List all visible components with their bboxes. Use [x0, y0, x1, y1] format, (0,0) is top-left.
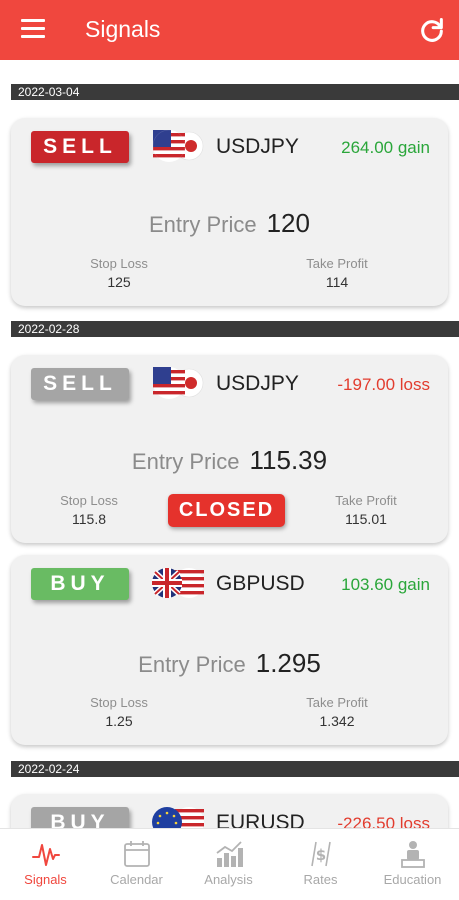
stop-loss-value: 115.8: [72, 511, 106, 527]
signal-wave-icon: [32, 844, 60, 866]
currency-pair: GBPUSD: [216, 572, 305, 595]
bottom-navigation: Signals Calendar Analysis $ Rates Educat…: [0, 828, 459, 900]
app-root: Signals 2022-03-04 SELL USDJPY 264.00 ga…: [0, 0, 459, 900]
buy-button[interactable]: BUY: [31, 807, 129, 828]
take-profit-label: Take Profit: [306, 695, 368, 710]
entry-price-value: 115.39: [249, 445, 328, 475]
stop-loss-value: 125: [107, 274, 131, 290]
eur-usd-flag-icon: [152, 807, 204, 828]
dollar-exchange-icon: $: [311, 841, 331, 867]
nav-tab-calendar[interactable]: Calendar: [91, 829, 182, 900]
take-profit: Take Profit 115.01: [296, 493, 436, 527]
entry-price-value: 1.295: [255, 648, 321, 678]
date-header: 2022-02-28: [11, 321, 459, 337]
stop-loss: Stop Loss 125: [49, 256, 189, 290]
nav-label: Education: [383, 872, 442, 887]
stop-loss-value: 1.25: [105, 713, 133, 729]
entry-price: Entry Price 115.39: [11, 445, 448, 476]
nav-tab-analysis[interactable]: Analysis: [183, 829, 274, 900]
stop-loss-label: Stop Loss: [90, 256, 148, 271]
nav-tab-education[interactable]: Education: [367, 829, 458, 900]
entry-price: Entry Price 1.295: [11, 648, 448, 679]
entry-price-label: Entry Price: [149, 212, 257, 237]
signal-result: 264.00 gain: [341, 138, 430, 157]
nav-label: Calendar: [110, 872, 163, 887]
gbp-usd-flag-icon: [152, 568, 204, 598]
take-profit-label: Take Profit: [306, 256, 368, 271]
hamburger-menu-icon[interactable]: [21, 19, 45, 39]
take-profit: Take Profit 114: [267, 256, 407, 290]
entry-price-label: Entry Price: [138, 652, 246, 677]
buy-button[interactable]: BUY: [31, 568, 129, 600]
currency-pair: USDJPY: [216, 135, 299, 158]
nav-tab-rates[interactable]: $ Rates: [275, 829, 366, 900]
svg-text:$: $: [316, 846, 326, 864]
bar-chart-icon: [216, 841, 243, 867]
nav-tab-signals[interactable]: Signals: [0, 829, 91, 900]
stop-loss: Stop Loss 115.8: [19, 493, 159, 527]
signal-card[interactable]: SELL USDJPY 264.00 gain Entry Price 120 S…: [11, 118, 448, 306]
nav-label: Analysis: [204, 872, 253, 887]
education-icon: [401, 841, 425, 868]
signal-result: -197.00 loss: [337, 375, 430, 394]
nav-label: Signals: [24, 872, 67, 887]
stop-loss-label: Stop Loss: [60, 493, 118, 508]
signals-feed[interactable]: 2022-03-04 SELL USDJPY 264.00 gain Entry…: [0, 60, 459, 828]
currency-pair: EURUSD: [216, 811, 305, 828]
take-profit-value: 115.01: [345, 511, 387, 527]
stop-loss-label: Stop Loss: [90, 695, 148, 710]
take-profit-value: 1.342: [319, 713, 355, 729]
signal-card[interactable]: BUY EURUSD -226.50 loss: [11, 794, 448, 828]
signal-result: 103.60 gain: [341, 575, 430, 594]
usd-jpy-flag-icon: [152, 130, 204, 162]
app-header: Signals: [0, 0, 459, 60]
page-title: Signals: [85, 16, 161, 42]
currency-pair: USDJPY: [216, 372, 299, 395]
sell-button[interactable]: SELL: [31, 368, 129, 400]
stop-loss: Stop Loss 1.25: [49, 695, 189, 729]
signal-card[interactable]: SELL USDJPY -197.00 loss Entry Price 115.…: [11, 355, 448, 543]
entry-price: Entry Price 120: [11, 208, 448, 239]
refresh-icon[interactable]: [418, 16, 446, 44]
signal-result: -226.50 loss: [337, 814, 430, 828]
date-header: 2022-03-04: [11, 84, 459, 100]
entry-price-value: 120: [266, 208, 310, 238]
date-header: 2022-02-24: [11, 761, 459, 777]
signal-card[interactable]: BUY GBPUSD 103.60 gain Entry Price 1.295: [11, 555, 448, 745]
closed-badge: CLOSED: [168, 494, 285, 527]
sell-button[interactable]: SELL: [31, 131, 129, 163]
calendar-icon: [124, 841, 150, 867]
usd-jpy-flag-icon: [153, 367, 204, 399]
take-profit-label: Take Profit: [335, 493, 397, 508]
entry-price-label: Entry Price: [131, 449, 240, 474]
nav-label: Rates: [303, 872, 338, 887]
take-profit-value: 114: [325, 274, 349, 290]
take-profit: Take Profit 1.342: [267, 695, 407, 729]
